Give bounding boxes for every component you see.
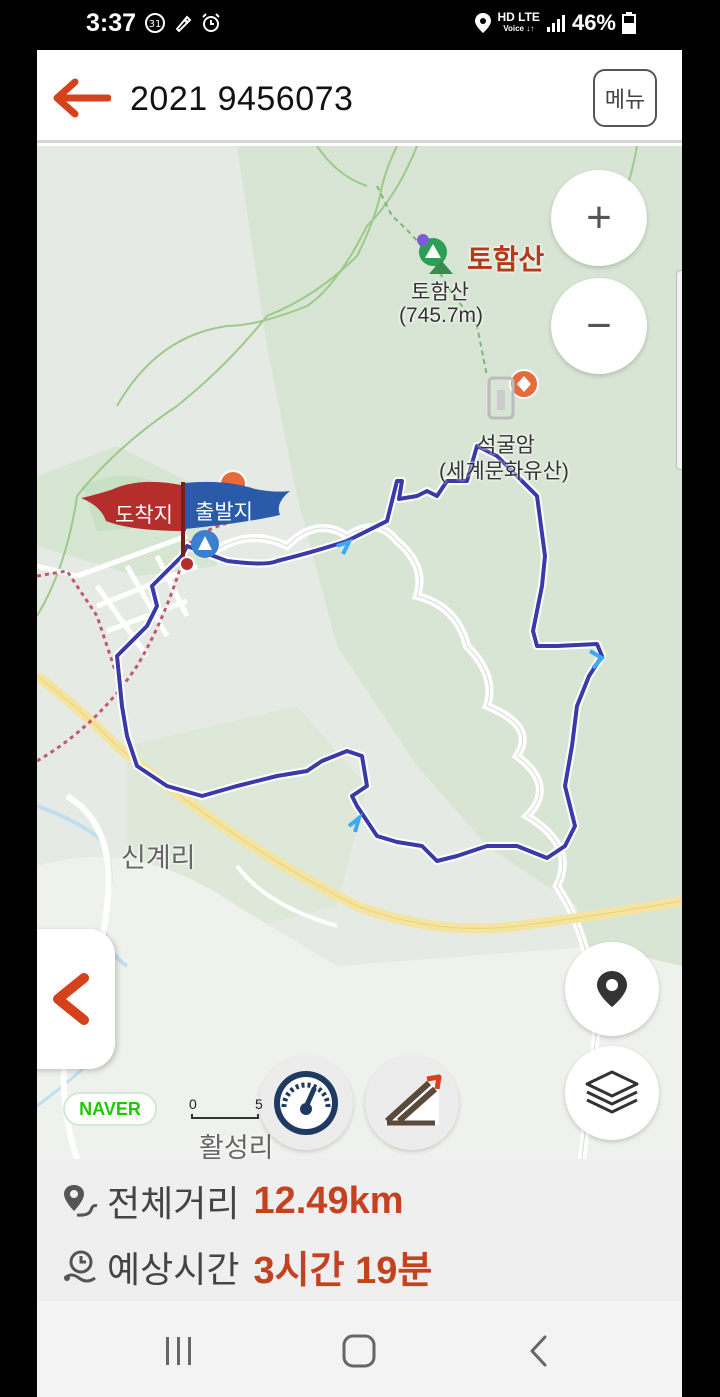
battery-icon [622, 12, 636, 34]
map-view[interactable]: 도착지 출발지 토함산 토함산 (745.7m) 석굴암 (세계문화유산) 신계… [37, 146, 682, 1159]
side-panel-toggle[interactable] [37, 929, 115, 1069]
back-arrow-icon[interactable] [53, 78, 111, 118]
time-row: 예상시간 3시간 19분 [61, 1239, 432, 1294]
start-point-icon [179, 530, 219, 572]
estimated-time-icon [63, 1250, 96, 1282]
network-top: HD LTE [497, 10, 540, 24]
app-window: 2021 9456073 메뉴 도착지 출발지 토함산 토함산 (745.7m)… [37, 50, 682, 1397]
my-location-button[interactable] [565, 942, 659, 1036]
app-bar: 2021 9456073 메뉴 [37, 50, 682, 143]
zoom-in-button[interactable]: + [551, 170, 647, 266]
system-nav-bar [37, 1301, 682, 1397]
location-icon [474, 13, 491, 33]
back-button[interactable] [519, 1331, 559, 1371]
menu-button[interactable]: 메뉴 [593, 69, 657, 127]
village-label: 신계리 [121, 843, 196, 873]
network-bottom: Voice ↓↑ [503, 24, 535, 33]
scale-start-label: 0 [189, 1096, 197, 1112]
start-flag-label: 출발지 [195, 501, 253, 524]
distance-value: 12.49km [253, 1179, 404, 1222]
elevation-button[interactable] [365, 1056, 459, 1150]
status-system-icons: HD LTE Voice ↓↑ 46% [474, 10, 636, 36]
network-type: HD LTE Voice ↓↑ [497, 10, 540, 34]
status-notification-icons: 31 [144, 12, 222, 34]
village-label: 활성리 [199, 1133, 274, 1159]
battery-percent: 46% [571, 10, 616, 35]
elevation-slope-icon [384, 1074, 442, 1126]
status-bar: 3:37 31 HD LTE Voice ↓↑ 46% [0, 0, 720, 50]
zoom-out-button[interactable]: − [551, 278, 647, 374]
naver-logo: NAVER [63, 1092, 157, 1126]
temple-sub-label: (세계문화유산) [439, 460, 569, 483]
distance-label: 전체거리 [107, 1183, 240, 1224]
recents-icon [166, 1337, 191, 1365]
home-button[interactable] [339, 1331, 379, 1371]
peak-name-label: 토함산 [411, 281, 469, 304]
signal-icon [546, 15, 565, 32]
map-layers-button[interactable] [565, 1046, 659, 1140]
rocket-icon [175, 15, 192, 33]
minus-icon: − [586, 301, 612, 350]
location-pin-icon [597, 971, 627, 1007]
finish-flag-label: 도착지 [115, 504, 173, 527]
speedometer-icon [274, 1071, 338, 1135]
layers-icon [585, 1070, 639, 1114]
svg-text:31: 31 [149, 19, 162, 30]
time-value: 3시간 19분 [253, 1250, 433, 1292]
home-icon [342, 1334, 376, 1368]
status-time: 3:37 [86, 9, 137, 37]
recents-button[interactable] [159, 1331, 199, 1371]
time-label: 예상시간 [107, 1248, 240, 1290]
peak-elevation-label: (745.7m) [399, 304, 484, 327]
map-scroll-indicator [676, 270, 682, 470]
chevron-left-icon [53, 973, 89, 1025]
speedometer-button[interactable] [259, 1056, 353, 1150]
plus-icon: + [586, 193, 612, 242]
scale-line [191, 1114, 259, 1119]
mountain-title-label: 토함산 [467, 244, 545, 275]
back-icon [530, 1335, 547, 1367]
distance-row: 전체거리 12.49km [61, 1175, 404, 1227]
alarm-icon [202, 13, 220, 32]
map-scale-bar: 0 5 [189, 1096, 263, 1120]
page-title: 2021 9456073 [130, 80, 354, 118]
calendar-31-icon: 31 [145, 13, 165, 33]
route-info-panel: 전체거리 12.49km 예상시간 3시간 19분 [37, 1159, 682, 1301]
route-distance-icon [64, 1185, 98, 1217]
scale-end-label: 5 [255, 1096, 263, 1112]
